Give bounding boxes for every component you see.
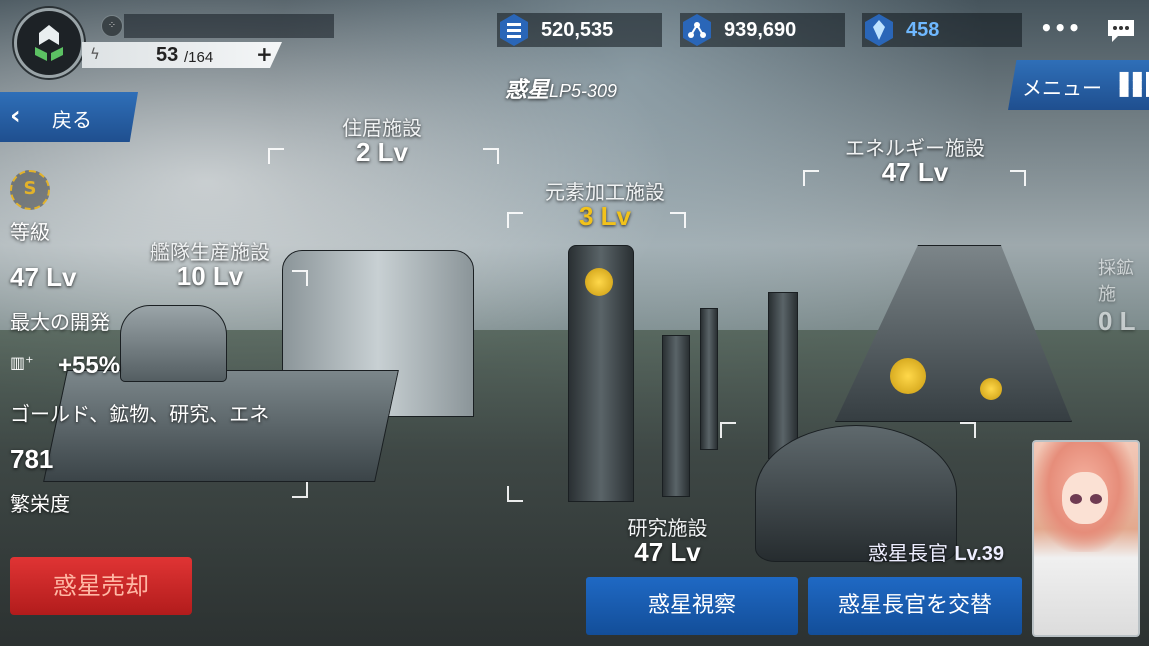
back-label: 戻る — [52, 108, 92, 132]
menu-button[interactable]: メニュー ▪▪▪▪▪▪▪▪▪ — [1008, 60, 1149, 110]
facility-level: 3 Lv — [578, 201, 632, 231]
tower-spire — [662, 335, 690, 497]
bonus-description: ゴールド、鉱物、研究、エネ — [10, 402, 270, 426]
replace-governor-button[interactable]: 惑星長官を交替 — [808, 577, 1022, 635]
chevron-left-icon: ‹ — [10, 101, 21, 131]
planet-code: LP5-309 — [549, 81, 618, 101]
facility-element-processing[interactable]: 元素加工施設 3 Lv — [530, 176, 680, 232]
mineral-value: 939,690 — [724, 19, 797, 41]
selection-bracket — [292, 270, 308, 286]
energy-bar: ϟ 53 /164 + — [82, 42, 282, 68]
rank-badge-icon: S — [10, 170, 50, 210]
energy-current: 53 — [156, 44, 179, 66]
facility-fleet-production[interactable]: 艦隊生産施設 10 Lv — [130, 236, 290, 292]
bonus-value: +55% — [58, 352, 121, 379]
player-name-strip — [124, 14, 334, 38]
facility-level: 2 Lv — [355, 137, 409, 167]
inspect-planet-button[interactable]: 惑星視察 — [586, 577, 798, 635]
more-options-button[interactable]: ••• — [1040, 16, 1081, 40]
energy-max: /164 — [184, 49, 214, 66]
gold-stack-icon — [500, 14, 528, 46]
grid-menu-icon: ▪▪▪▪▪▪▪▪▪ — [1118, 65, 1149, 102]
crystal-value: 458 — [906, 19, 940, 41]
selection-bracket — [507, 486, 523, 502]
menu-label: メニュー — [1022, 76, 1102, 100]
facility-research[interactable]: 研究施設 47 Lv — [610, 512, 725, 568]
governor-eye — [1070, 494, 1082, 504]
crystal-icon — [865, 14, 893, 46]
gold-resource[interactable]: 520,535 — [497, 13, 662, 47]
facility-level: 47 Lv — [881, 157, 949, 187]
gold-value: 520,535 — [541, 19, 614, 41]
player-avatar[interactable] — [14, 8, 84, 78]
governor-eye — [1090, 494, 1102, 504]
max-development-label: 最大の開発 — [10, 310, 110, 334]
prosperity-value: 781 — [10, 444, 54, 474]
element-tower-light — [585, 268, 613, 296]
grade-label: 等級 — [10, 220, 50, 244]
facility-level: 47 Lv — [634, 537, 701, 567]
tower-spire — [700, 308, 718, 450]
facility-level: 10 Lv — [176, 261, 244, 291]
mineral-molecule-icon — [683, 14, 711, 46]
selection-bracket — [803, 170, 819, 186]
selection-bracket — [720, 422, 736, 438]
selection-bracket — [960, 422, 976, 438]
selection-bracket — [483, 148, 499, 164]
resource-boost-icon: ▥⁺ — [10, 353, 34, 372]
crystal-resource[interactable]: 458 — [862, 13, 1022, 47]
selection-bracket — [268, 148, 284, 164]
facility-residential[interactable]: 住居施設 2 Lv — [322, 112, 442, 168]
tower-spire — [768, 292, 798, 459]
chat-icon[interactable] — [1104, 16, 1140, 44]
fleet-dome[interactable] — [120, 305, 227, 382]
selection-bracket — [507, 212, 523, 228]
facility-energy[interactable]: エネルギー施設 47 Lv — [830, 132, 1000, 188]
selection-bracket — [292, 482, 308, 498]
grade-value: 47 Lv — [10, 262, 77, 292]
planet-title-prefix: 惑星 — [505, 78, 550, 103]
energy-add-button[interactable]: + — [256, 42, 273, 66]
sell-planet-button[interactable]: 惑星売却 — [10, 557, 192, 615]
facility-mining[interactable]: 採鉱施 0 L — [1098, 254, 1149, 337]
facility-name: 採鉱施 — [1098, 258, 1134, 305]
governor-level: Lv.39 — [954, 543, 1005, 565]
facility-level: 0 L — [1098, 306, 1136, 336]
planet-title: 惑星LP5-309 — [505, 72, 617, 104]
selection-bracket — [1010, 170, 1026, 186]
energy-reactor-light — [980, 378, 1002, 400]
energy-reactor-light — [890, 358, 926, 394]
lightning-icon: ϟ — [90, 45, 100, 63]
faction-emblem-icon — [35, 25, 63, 61]
selection-bracket — [670, 212, 686, 228]
governor-title: 惑星長官 — [868, 541, 948, 565]
governor-label: 惑星長官 Lv.39 — [868, 537, 1004, 566]
back-button[interactable]: ‹ 戻る — [0, 92, 138, 142]
prosperity-label: 繁栄度 — [10, 492, 70, 516]
governor-portrait[interactable] — [1032, 440, 1140, 637]
grid-icon[interactable]: ⁘ — [101, 15, 123, 37]
mineral-resource[interactable]: 939,690 — [680, 13, 845, 47]
